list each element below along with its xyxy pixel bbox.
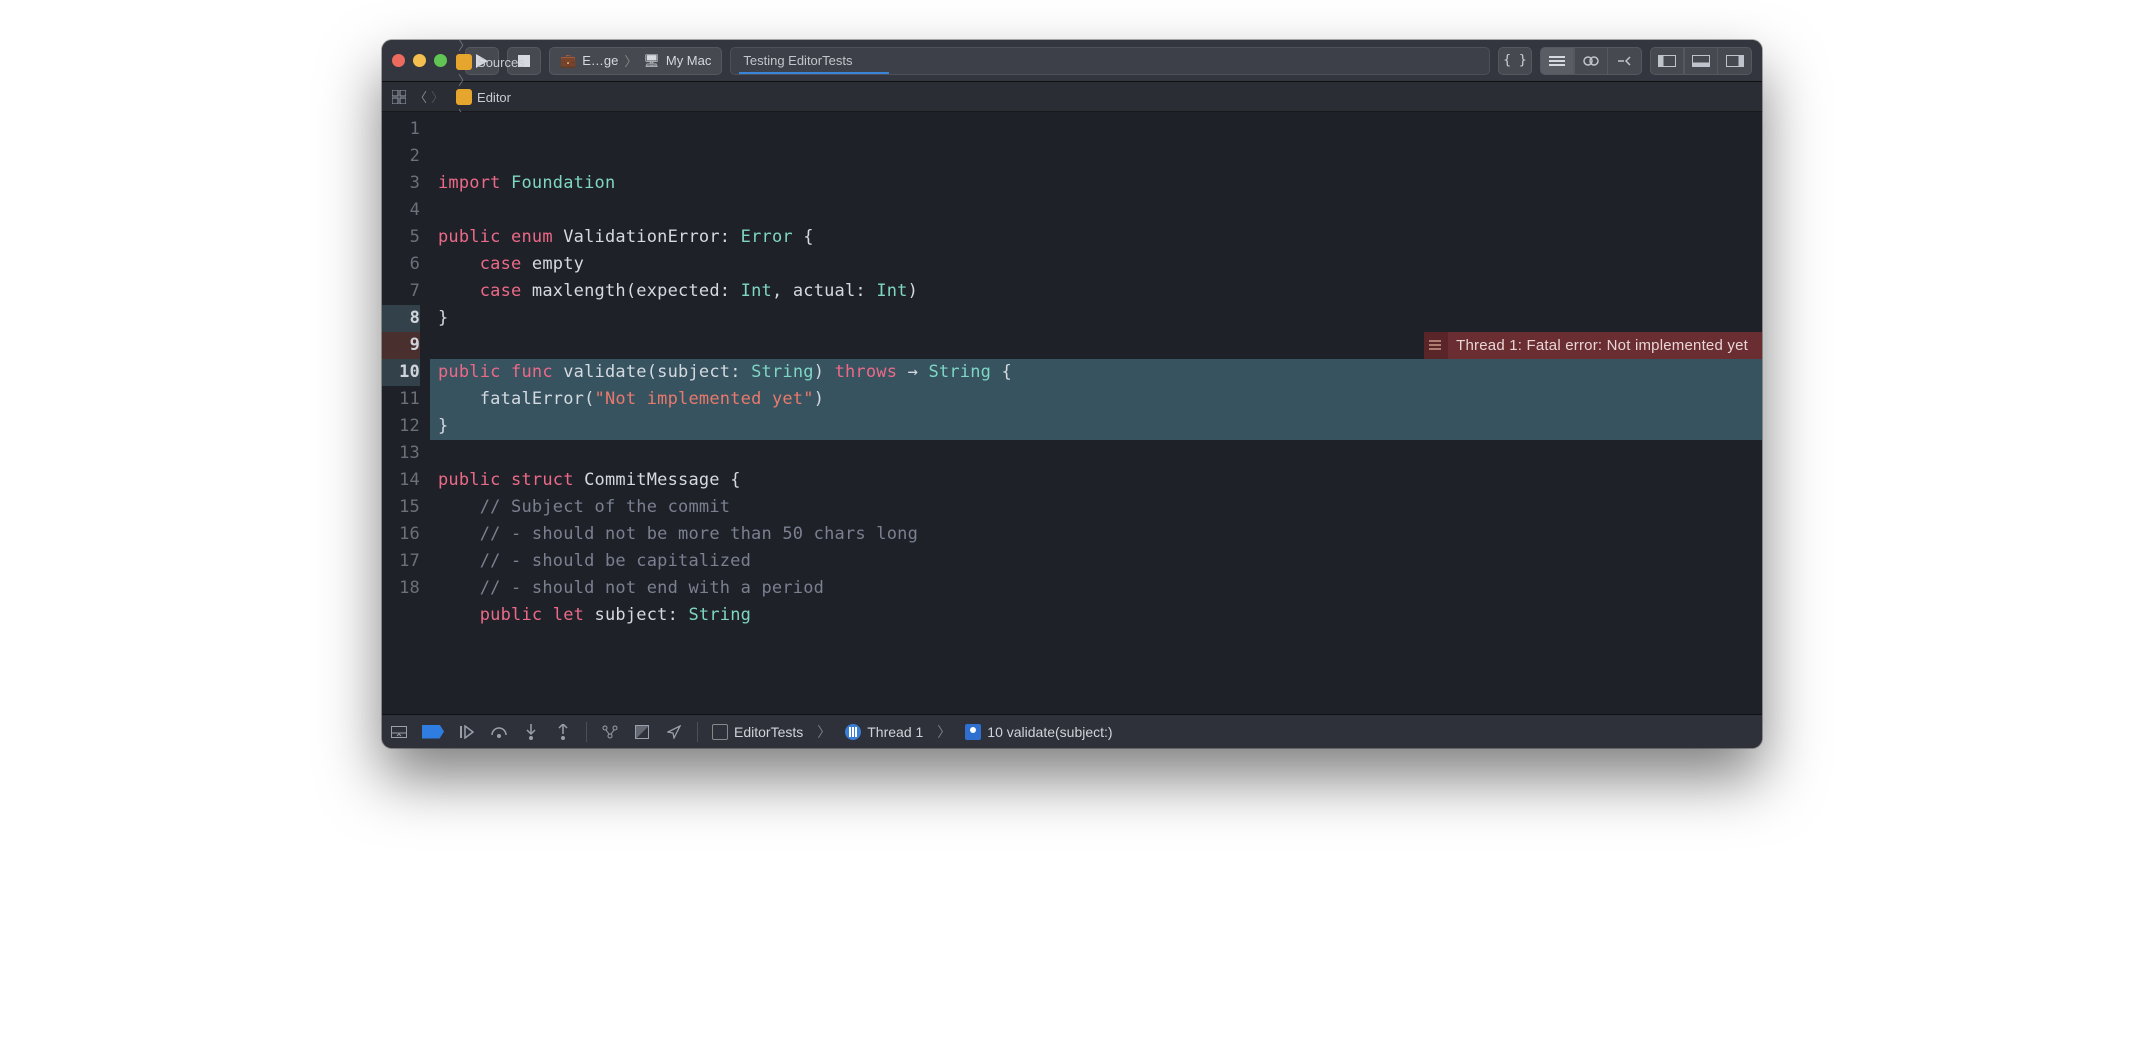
debug-view-hierarchy-button[interactable]	[601, 723, 619, 741]
line-number[interactable]: 11	[382, 386, 420, 413]
frame-name: 10 validate(subject:)	[987, 724, 1112, 740]
line-number[interactable]: 15	[382, 494, 420, 521]
debug-bar: EditorTests 〉 Thread 1 〉 10 validate(sub…	[382, 714, 1762, 748]
code-line[interactable]: case empty	[430, 251, 1762, 278]
folder-icon	[456, 54, 472, 70]
line-number[interactable]: 1	[382, 116, 420, 143]
activity-status[interactable]: Testing EditorTests	[730, 47, 1490, 75]
chevron-right-icon: 〉	[624, 51, 637, 70]
line-number[interactable]: 6	[382, 251, 420, 278]
runtime-error-text: Thread 1: Fatal error: Not implemented y…	[1456, 332, 1748, 359]
thread-name: Thread 1	[867, 724, 923, 740]
debug-memory-graph-button[interactable]	[633, 723, 651, 741]
related-items-icon[interactable]	[390, 88, 408, 106]
minimize-window-button[interactable]	[413, 54, 426, 67]
code-line[interactable]: // Subject of the commit	[430, 494, 1762, 521]
code-line[interactable]: // - should be capitalized	[430, 548, 1762, 575]
standard-editor-button[interactable]	[1540, 47, 1574, 75]
line-number-gutter[interactable]: 123456789101112131415161718	[382, 112, 430, 714]
toggle-debug-area-button[interactable]	[1684, 47, 1718, 75]
status-text: Testing EditorTests	[743, 53, 852, 68]
line-number[interactable]: 4	[382, 197, 420, 224]
device-icon: 🖥	[643, 53, 660, 69]
toggle-navigator-button[interactable]	[1650, 47, 1684, 75]
line-number[interactable]: 7	[382, 278, 420, 305]
source-editor[interactable]: 123456789101112131415161718 import Found…	[382, 112, 1762, 714]
runtime-error-banner[interactable]: Thread 1: Fatal error: Not implemented y…	[1424, 332, 1762, 359]
panel-toggle-group	[1650, 47, 1752, 75]
process-crumb[interactable]: EditorTests	[712, 724, 803, 740]
breakpoints-toggle-button[interactable]	[422, 725, 444, 739]
folder-icon	[456, 89, 472, 105]
line-number[interactable]: 16	[382, 521, 420, 548]
progress-indicator	[739, 72, 889, 74]
zoom-window-button[interactable]	[434, 54, 447, 67]
toolbar-right: { }	[1498, 47, 1752, 75]
line-number[interactable]: 18	[382, 575, 420, 602]
code-line[interactable]: fatalError("Not implemented yet")	[430, 386, 1762, 413]
code-line[interactable]	[430, 197, 1762, 224]
code-line[interactable]: case maxlength(expected: Int, actual: In…	[430, 278, 1762, 305]
line-number[interactable]: 3	[382, 170, 420, 197]
line-number[interactable]: 8	[382, 305, 420, 332]
code-line[interactable]: import Foundation	[430, 170, 1762, 197]
continue-button[interactable]	[458, 723, 476, 741]
line-number[interactable]: 17	[382, 548, 420, 575]
code-line[interactable]: public struct CommitMessage {	[430, 467, 1762, 494]
jumpbar-item[interactable]: Sources	[456, 54, 604, 70]
traffic-lights	[392, 54, 447, 67]
line-number[interactable]: 13	[382, 440, 420, 467]
chevron-right-icon: 〉	[817, 722, 831, 742]
step-over-button[interactable]	[490, 723, 508, 741]
divider	[586, 722, 587, 742]
code-line[interactable]: public func validate(subject: String) th…	[430, 359, 1762, 386]
chevron-right-icon: 〉	[456, 73, 473, 88]
code-line[interactable]: public enum ValidationError: Error {	[430, 224, 1762, 251]
jumpbar-label: Sources	[477, 55, 525, 70]
divider	[697, 722, 698, 742]
line-number[interactable]: 2	[382, 143, 420, 170]
thread-icon	[845, 724, 861, 740]
close-window-button[interactable]	[392, 54, 405, 67]
nav-forward-button[interactable]: 〉	[431, 87, 444, 106]
process-name: EditorTests	[734, 724, 803, 740]
line-number[interactable]: 5	[382, 224, 420, 251]
jump-bar[interactable]: 〈 〉 Editor〉Sources〉Editor〉◆CommitMessage…	[382, 82, 1762, 112]
line-number[interactable]: 14	[382, 467, 420, 494]
jumpbar-label: Editor	[477, 90, 511, 105]
version-editor-button[interactable]	[1608, 47, 1642, 75]
code-line[interactable]: // - should not end with a period	[430, 575, 1762, 602]
error-list-icon	[1428, 338, 1442, 352]
code-line[interactable]: // - should not be more than 50 chars lo…	[430, 521, 1762, 548]
chevron-right-icon: 〉	[937, 722, 951, 742]
chevron-right-icon: 〉	[456, 40, 473, 53]
editor-mode-group	[1540, 47, 1642, 75]
xcode-window: 💼 E…ge 〉 🖥 My Mac Testing EditorTests { …	[382, 40, 1762, 748]
line-number[interactable]: 10	[382, 359, 420, 386]
jumpbar-item[interactable]: Editor	[456, 89, 604, 105]
code-line[interactable]	[430, 629, 1762, 656]
step-into-button[interactable]	[522, 723, 540, 741]
toggle-inspector-button[interactable]	[1718, 47, 1752, 75]
code-line[interactable]: }	[430, 305, 1762, 332]
step-out-button[interactable]	[554, 723, 572, 741]
code-line[interactable]: public let subject: String	[430, 602, 1762, 629]
line-number[interactable]: 12	[382, 413, 420, 440]
library-button[interactable]: { }	[1498, 47, 1532, 75]
code-line[interactable]: }	[430, 413, 1762, 440]
code-area[interactable]: import Foundation public enum ValidationE…	[430, 112, 1762, 714]
hide-debug-area-button[interactable]	[390, 723, 408, 741]
code-line[interactable]	[430, 440, 1762, 467]
scheme-device: My Mac	[666, 53, 712, 68]
assistant-editor-button[interactable]	[1574, 47, 1608, 75]
nav-back-button[interactable]: 〈	[414, 87, 427, 106]
simulate-location-button[interactable]	[665, 723, 683, 741]
frame-crumb[interactable]: 10 validate(subject:)	[965, 724, 1112, 740]
frame-icon	[965, 724, 981, 740]
terminal-icon	[712, 724, 728, 740]
thread-crumb[interactable]: Thread 1	[845, 724, 923, 740]
line-number[interactable]: 9	[382, 332, 420, 359]
